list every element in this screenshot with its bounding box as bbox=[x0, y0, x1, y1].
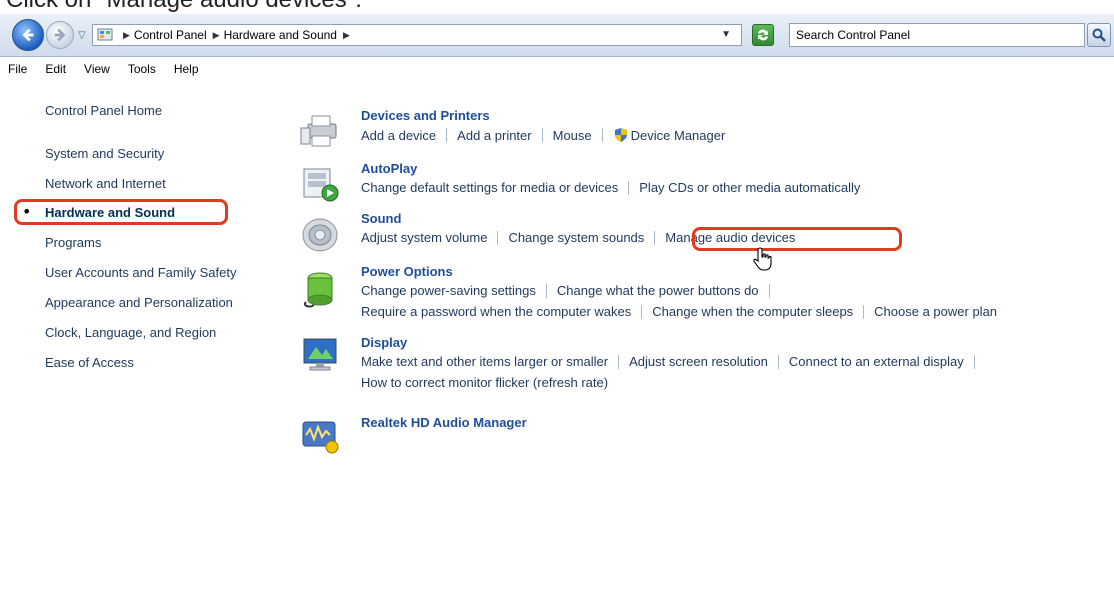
search-button[interactable] bbox=[1087, 23, 1111, 47]
nav-ease-of-access[interactable]: Ease of Access bbox=[45, 355, 134, 370]
menu-tools[interactable]: Tools bbox=[128, 62, 156, 76]
menu-view[interactable]: View bbox=[84, 62, 110, 76]
breadcrumb-separator-icon[interactable]: ▶ bbox=[213, 30, 220, 41]
category-title[interactable]: AutoPlay bbox=[361, 161, 417, 176]
link-device-manager[interactable]: Device Manager bbox=[631, 128, 726, 143]
control-panel-icon bbox=[97, 28, 113, 41]
nav-appearance[interactable]: Appearance and Personalization bbox=[45, 295, 233, 310]
battery-icon bbox=[304, 272, 333, 308]
breadcrumb-separator-icon[interactable]: ▶ bbox=[123, 30, 130, 41]
link-divider bbox=[641, 304, 643, 319]
category-title[interactable]: Power Options bbox=[361, 264, 453, 279]
link-add-a-device[interactable]: Add a device bbox=[361, 128, 436, 143]
address-bar: ▽ ▶ Control Panel ▶ Hardware and Sound ▶… bbox=[0, 14, 1114, 57]
category-links: Require a password when the computer wak… bbox=[361, 304, 997, 319]
link-adjust-resolution[interactable]: Adjust screen resolution bbox=[629, 354, 768, 369]
autoplay-icon bbox=[303, 168, 339, 202]
category-title[interactable]: Sound bbox=[361, 211, 401, 226]
link-divider bbox=[601, 128, 603, 142]
link-divider bbox=[768, 283, 770, 298]
link-add-a-printer[interactable]: Add a printer bbox=[457, 128, 531, 143]
forward-button[interactable] bbox=[46, 21, 74, 49]
nav-clock-language-region[interactable]: Clock, Language, and Region bbox=[45, 325, 216, 340]
link-mouse[interactable]: Mouse bbox=[553, 128, 592, 143]
refresh-button[interactable] bbox=[752, 24, 774, 46]
highlight-current-nav bbox=[14, 199, 228, 225]
category-links: Add a device Add a printer Mouse Device … bbox=[361, 127, 725, 143]
breadcrumb-control-panel[interactable]: Control Panel bbox=[134, 28, 207, 42]
nav-control-panel-home[interactable]: Control Panel Home bbox=[45, 103, 162, 118]
category-title[interactable]: Display bbox=[361, 335, 407, 350]
link-change-system-sounds[interactable]: Change system sounds bbox=[508, 230, 644, 245]
nav-network-and-internet[interactable]: Network and Internet bbox=[45, 176, 166, 191]
arrow-right-icon bbox=[54, 28, 66, 42]
link-change-when-sleeps[interactable]: Change when the computer sleeps bbox=[652, 304, 853, 319]
link-divider bbox=[446, 128, 448, 142]
category-links: Make text and other items larger or smal… bbox=[361, 354, 985, 369]
address-history-dropdown-icon[interactable]: ▼ bbox=[721, 29, 731, 40]
menu-edit[interactable]: Edit bbox=[45, 62, 66, 76]
address-field[interactable]: ▶ Control Panel ▶ Hardware and Sound ▶ ▼ bbox=[92, 24, 742, 46]
nav-user-accounts[interactable]: User Accounts and Family Safety bbox=[45, 265, 236, 280]
link-choose-power-plan[interactable]: Choose a power plan bbox=[874, 304, 997, 319]
breadcrumb-separator-icon[interactable]: ▶ bbox=[343, 30, 350, 41]
nav-system-and-security[interactable]: System and Security bbox=[45, 146, 164, 161]
link-require-password[interactable]: Require a password when the computer wak… bbox=[361, 304, 631, 319]
category-links: Change default settings for media or dev… bbox=[361, 180, 860, 195]
refresh-icon bbox=[758, 29, 768, 41]
back-button[interactable] bbox=[12, 19, 44, 51]
link-divider bbox=[654, 230, 656, 245]
link-monitor-flicker[interactable]: How to correct monitor flicker (refresh … bbox=[361, 375, 608, 390]
category-links: How to correct monitor flicker (refresh … bbox=[361, 375, 608, 390]
link-divider bbox=[777, 354, 779, 369]
breadcrumb-hardware-and-sound[interactable]: Hardware and Sound bbox=[224, 28, 337, 42]
uac-shield-icon bbox=[614, 128, 627, 142]
menu-file[interactable]: File bbox=[8, 62, 27, 76]
link-divider bbox=[545, 283, 547, 298]
link-divider bbox=[628, 180, 630, 195]
printer-icon bbox=[300, 115, 337, 147]
search-icon bbox=[1092, 28, 1106, 42]
link-divider bbox=[618, 354, 620, 369]
link-adjust-system-volume[interactable]: Adjust system volume bbox=[361, 230, 487, 245]
speaker-icon bbox=[302, 218, 338, 252]
category-links: Change power-saving settings Change what… bbox=[361, 283, 780, 298]
link-divider bbox=[973, 354, 975, 369]
arrow-left-icon bbox=[22, 28, 34, 42]
realtek-icon bbox=[302, 421, 339, 454]
category-title[interactable]: Realtek HD Audio Manager bbox=[361, 415, 527, 430]
highlight-manage-audio-devices bbox=[692, 227, 902, 251]
link-play-cds[interactable]: Play CDs or other media automatically bbox=[639, 180, 860, 195]
link-connect-external-display[interactable]: Connect to an external display bbox=[789, 354, 964, 369]
link-make-text-larger[interactable]: Make text and other items larger or smal… bbox=[361, 354, 608, 369]
nav-programs[interactable]: Programs bbox=[45, 235, 101, 250]
hand-cursor-icon bbox=[753, 247, 772, 271]
link-change-power-buttons[interactable]: Change what the power buttons do bbox=[557, 283, 759, 298]
link-divider bbox=[863, 304, 865, 319]
link-divider bbox=[541, 128, 543, 142]
link-divider bbox=[497, 230, 499, 245]
instruction-text: Click on "Manage audio devices". bbox=[0, 0, 1114, 15]
recent-pages-dropdown-icon[interactable]: ▽ bbox=[78, 30, 86, 41]
monitor-icon bbox=[303, 338, 337, 371]
link-change-power-saving[interactable]: Change power-saving settings bbox=[361, 283, 536, 298]
menu-bar: File Edit View Tools Help bbox=[0, 58, 1114, 80]
category-title[interactable]: Devices and Printers bbox=[361, 108, 490, 123]
search-input[interactable]: Search Control Panel bbox=[789, 23, 1085, 47]
link-change-default-settings[interactable]: Change default settings for media or dev… bbox=[361, 180, 618, 195]
menu-help[interactable]: Help bbox=[174, 62, 199, 76]
